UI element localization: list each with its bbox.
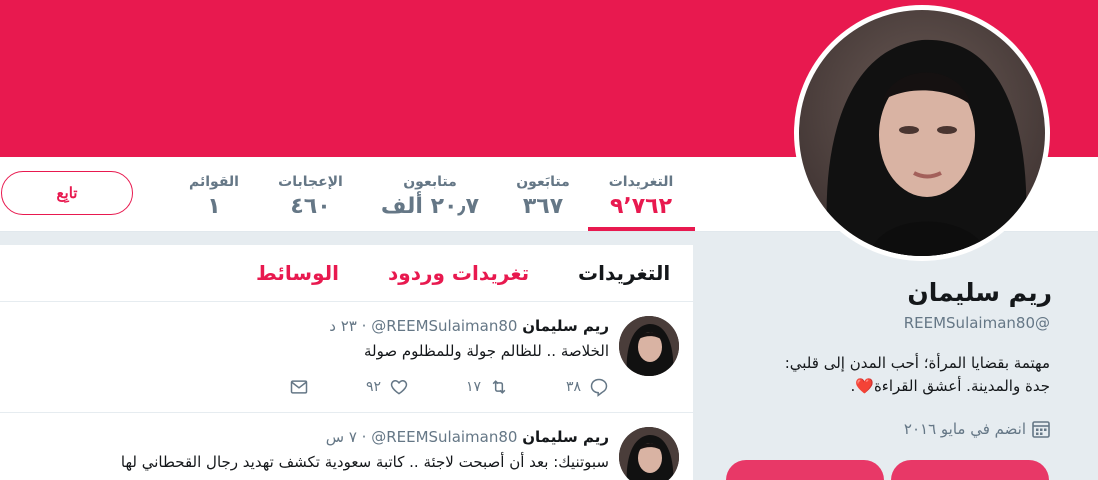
message-action[interactable] xyxy=(209,377,309,397)
tweet-header: ريم سليمان @REEMSulaiman80 · ٢٣ د xyxy=(329,317,609,335)
profile-action-button-2[interactable] xyxy=(726,460,884,480)
bio-line-2-text: جدة والمدينة. أعشق القراءة xyxy=(873,377,1050,395)
stat-tweets-label: التغريدات xyxy=(608,174,674,190)
tweet-text: الخلاصة .. للظالم جولة وللمظلوم صولة xyxy=(364,342,609,360)
timeline: التغريدات تغريدات وردود الوسائط ريم سليم… xyxy=(0,245,693,480)
timeline-tabs: التغريدات تغريدات وردود الوسائط xyxy=(0,245,693,302)
tweet-text: سبوتنيك: بعد أن أصبحت لاجئة .. كاتبة سعو… xyxy=(120,453,609,471)
tweet-time[interactable]: ٢٣ د xyxy=(329,317,357,335)
tweet-actions: ٣٨ ١٧ ٩٢ xyxy=(209,377,609,397)
reply-action[interactable]: ٣٨ xyxy=(509,377,609,397)
heart-icon: ❤️ xyxy=(855,377,874,395)
avatar-photo xyxy=(619,427,679,480)
stat-likes[interactable]: الإعجابات ٤٦٠ xyxy=(268,172,353,222)
tweet-time[interactable]: ٧ س xyxy=(326,428,357,446)
active-stat-underline xyxy=(588,227,695,231)
stat-lists-label: القوائم xyxy=(189,174,239,190)
retweet-action[interactable]: ١٧ xyxy=(409,377,509,397)
tab-media[interactable]: الوسائط xyxy=(256,261,339,285)
tweet-item[interactable]: ريم سليمان @REEMSulaiman80 · ٢٣ د الخلاص… xyxy=(0,302,693,413)
profile-name: ريم سليمان xyxy=(907,278,1052,307)
tweet-author-handle[interactable]: @REEMSulaiman80 xyxy=(371,317,517,335)
calendar-icon xyxy=(1032,421,1050,438)
retweet-count: ١٧ xyxy=(465,379,481,395)
reply-icon xyxy=(590,378,608,397)
like-count: ٩٢ xyxy=(365,379,381,395)
follow-button[interactable]: تابِع xyxy=(1,171,133,215)
stat-lists[interactable]: القوائم ١ xyxy=(180,172,248,222)
profile-avatar[interactable] xyxy=(794,5,1050,261)
profile-handle[interactable]: @REEMSulaiman80 xyxy=(904,314,1050,332)
stat-following-label: متابَعون xyxy=(516,174,570,190)
tweet-author-name[interactable]: ريم سليمان xyxy=(522,428,609,446)
bio-line-1: مهتمة بقضايا المرأة؛ أحب المدن إلى قلبي: xyxy=(784,354,1050,372)
avatar-photo xyxy=(799,10,1045,256)
tweet-item[interactable]: ريم سليمان @REEMSulaiman80 · ٧ س سبوتنيك… xyxy=(0,413,693,480)
stat-tweets-value: ٩٬٧٦٢ xyxy=(609,194,673,219)
profile-action-button-1[interactable] xyxy=(891,460,1049,480)
stat-followers-value: ٢٠٫٧ ألف xyxy=(380,194,480,219)
tweet-dot: · xyxy=(356,317,372,335)
tweet-avatar[interactable] xyxy=(619,427,679,480)
tab-tweets[interactable]: التغريدات xyxy=(578,261,670,285)
joined-date: انضم في مايو ٢٠١٦ xyxy=(903,420,1026,438)
like-action[interactable]: ٩٢ xyxy=(309,377,409,397)
stat-followers-label: متابعون xyxy=(403,174,457,190)
retweet-icon xyxy=(492,380,506,394)
stat-tweets[interactable]: التغريدات ٩٬٧٦٢ xyxy=(600,172,682,222)
profile-joined: انضم في مايو ٢٠١٦ xyxy=(904,420,1050,438)
tweet-author-handle[interactable]: @REEMSulaiman80 xyxy=(371,428,517,446)
tweet-avatar[interactable] xyxy=(619,316,679,376)
stat-followers[interactable]: متابعون ٢٠٫٧ ألف xyxy=(375,172,485,222)
tweet-dot: · xyxy=(356,428,372,446)
stat-following[interactable]: متابَعون ٣٦٧ xyxy=(507,172,579,222)
tab-tweets-replies[interactable]: تغريدات وردود xyxy=(388,261,529,285)
reply-count: ٣٨ xyxy=(565,379,581,395)
tweet-header: ريم سليمان @REEMSulaiman80 · ٧ س xyxy=(326,428,609,446)
profile-bio: مهتمة بقضايا المرأة؛ أحب المدن إلى قلبي:… xyxy=(705,352,1050,398)
bio-line-2: جدة والمدينة. أعشق القراءة❤️. xyxy=(705,375,1050,398)
like-icon xyxy=(390,379,408,395)
stat-lists-value: ١ xyxy=(207,194,221,219)
stat-likes-label: الإعجابات xyxy=(278,174,343,190)
avatar-photo xyxy=(619,316,679,376)
envelope-icon xyxy=(290,380,308,394)
tweet-author-name[interactable]: ريم سليمان xyxy=(522,317,609,335)
stat-following-value: ٣٦٧ xyxy=(522,194,564,219)
stat-likes-value: ٤٦٠ xyxy=(290,194,331,219)
